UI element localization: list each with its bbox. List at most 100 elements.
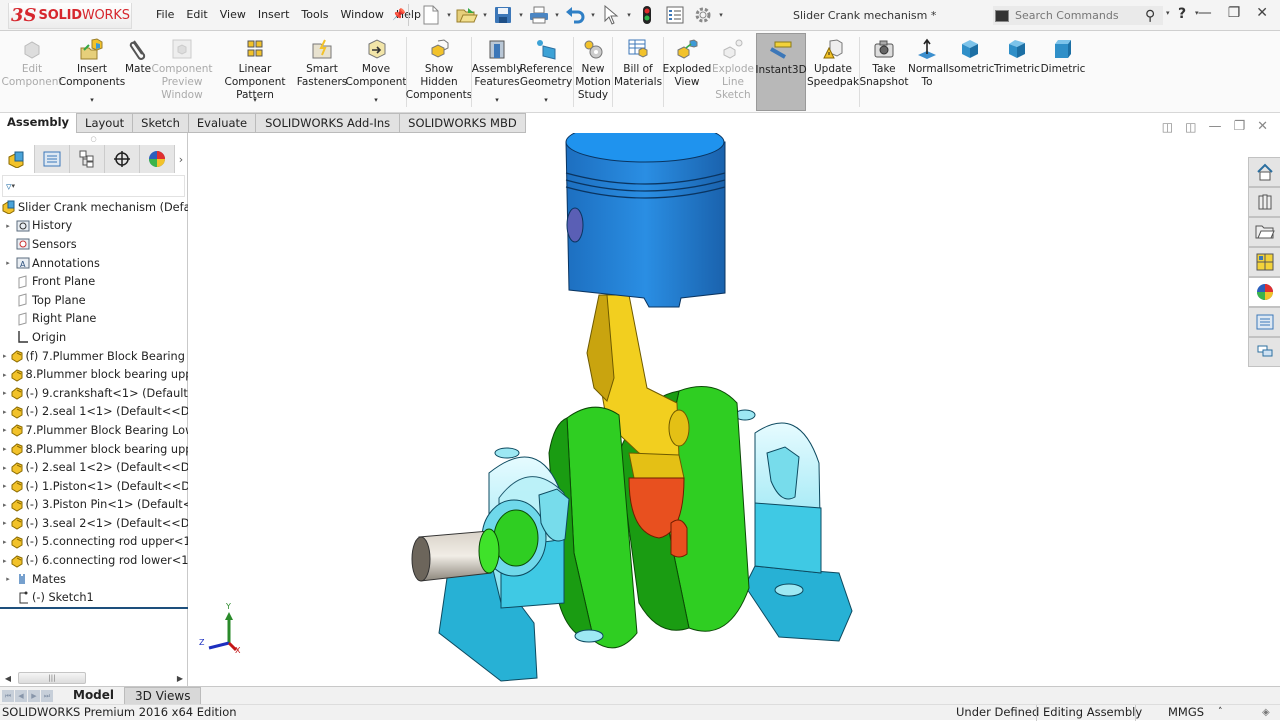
plummer-block-right[interactable]	[734, 409, 853, 642]
tab-solidworks-mbd[interactable]: SOLIDWORKS MBD	[400, 113, 526, 133]
tree-rollback-bar[interactable]	[0, 607, 188, 609]
tab-assembly[interactable]: Assembly	[0, 113, 77, 133]
expand-arrow-icon[interactable]: ▸	[3, 538, 7, 546]
chevron-right-icon[interactable]: ›	[175, 145, 187, 173]
normal-to-button[interactable]: Normal To	[907, 33, 947, 111]
insert-components-button[interactable]: Insert Components ▾	[59, 33, 125, 111]
tab-layout[interactable]: Layout	[76, 113, 134, 133]
tab-solidworks-add-ins[interactable]: SOLIDWORKS Add-Ins	[256, 113, 401, 133]
tree-item[interactable]: ▸ (-) 5.connecting rod upper<1>	[0, 533, 188, 552]
tree-item[interactable]: ▸ (-) 6.connecting rod lower<1>	[0, 551, 188, 570]
save-icon[interactable]	[492, 4, 514, 26]
component-preview-window-button[interactable]: Component Preview Window	[152, 33, 212, 111]
chevron-down-icon[interactable]: ▾	[480, 11, 490, 19]
tab-3d-views[interactable]: 3D Views	[124, 686, 202, 705]
collapse-left-panel-icon[interactable]: ◫	[1162, 120, 1173, 134]
tree-item[interactable]: Right Plane	[0, 310, 188, 329]
smart-fasteners-button[interactable]: Smart Fasteners	[297, 33, 347, 111]
take-snapshot-button[interactable]: Take Snapshot	[859, 33, 909, 111]
chevron-down-icon[interactable]: ▾	[374, 94, 378, 107]
expand-arrow-icon[interactable]: ▸	[3, 259, 13, 267]
minimize-icon[interactable]: —	[1198, 5, 1212, 21]
graphics-area[interactable]: ◫ ◫ — ❐ ✕ Y Z X	[189, 119, 1280, 686]
instant3d-button[interactable]: Instant3D	[755, 33, 807, 111]
explode-line-sketch-button[interactable]: Explode Line Sketch	[711, 33, 755, 111]
tree-item[interactable]: ▸ (-) 3.Piston Pin<1> (Default<<	[0, 496, 188, 515]
filter-button[interactable]: ▿ ▾	[2, 175, 185, 197]
undo-icon[interactable]	[564, 4, 586, 26]
tab-display-manager[interactable]	[140, 145, 175, 173]
assembly-features-button[interactable]: Assembly Features ▾	[472, 33, 522, 111]
bill-of-materials-button[interactable]: Bill of Materials	[614, 33, 662, 111]
expand-arrow-icon[interactable]: ▸	[3, 464, 7, 472]
menu-insert[interactable]: Insert	[252, 8, 296, 21]
minimize-icon[interactable]: —	[1208, 119, 1221, 134]
first-tab-icon[interactable]: ⏮	[2, 689, 14, 702]
tree-item[interactable]: ▸ History	[0, 217, 188, 236]
chevron-down-icon[interactable]: ▾	[588, 11, 598, 19]
expand-arrow-icon[interactable]: ▸	[3, 557, 7, 565]
collapse-right-panel-icon[interactable]: ◫	[1185, 120, 1196, 134]
chevron-down-icon[interactable]: ▾	[444, 11, 454, 19]
tree-item[interactable]: ▸ (-) 2.seal 1<1> (Default<<Defa	[0, 403, 188, 422]
chevron-down-icon[interactable]: ▾	[516, 11, 526, 19]
tree-item[interactable]: ▸ (-) 9.crankshaft<1> (Default<<	[0, 384, 188, 403]
tree-item[interactable]: ▸ (-) 2.seal 1<2> (Default<<Defa	[0, 458, 188, 477]
tree-item[interactable]: ▸ 8.Plummer block bearing uppe	[0, 440, 188, 459]
expand-arrow-icon[interactable]: ▸	[3, 408, 7, 416]
tab-configuration-manager[interactable]	[70, 145, 105, 173]
tab-solidworks-resources[interactable]	[1248, 157, 1280, 187]
scroll-right-icon[interactable]: ▶	[174, 674, 186, 683]
tree-item[interactable]: ▸ Mates	[0, 570, 188, 589]
expand-arrow-icon[interactable]: ▸	[3, 482, 7, 490]
tree-item[interactable]: Front Plane	[0, 272, 188, 291]
piston[interactable]	[565, 133, 726, 308]
tree-item[interactable]: ▸ 8.Plummer block bearing uppe	[0, 365, 188, 384]
expand-arrow-icon[interactable]: ▸	[3, 575, 13, 583]
tab-property-manager[interactable]	[35, 145, 70, 173]
model-view[interactable]: Y Z X	[189, 133, 1280, 686]
chevron-down-icon[interactable]: ▾	[716, 11, 726, 19]
close-icon[interactable]: ✕	[1256, 5, 1268, 21]
update-speedpak-button[interactable]: Update Speedpak	[807, 33, 859, 111]
panel-resize-grip[interactable]: ○	[0, 133, 187, 145]
chevron-down-icon[interactable]: ▾	[624, 11, 634, 19]
isometric-view-button[interactable]: Isometric	[946, 33, 994, 111]
tab-appearances[interactable]	[1248, 277, 1280, 307]
scrollbar-thumb[interactable]: |||	[18, 672, 86, 684]
reference-geometry-button[interactable]: Reference Geometry ▾	[520, 33, 572, 111]
chevron-down-icon[interactable]: ▾	[495, 94, 499, 107]
trimetric-view-button[interactable]: Trimetric	[994, 33, 1040, 111]
menu-file[interactable]: File	[150, 8, 180, 21]
expand-arrow-icon[interactable]: ▸	[3, 222, 13, 230]
tree-item[interactable]: ▸ (f) 7.Plummer Block Bearing Lo	[0, 347, 188, 366]
tab-file-explorer[interactable]	[1248, 217, 1280, 247]
tab-view-palette[interactable]	[1248, 247, 1280, 277]
units-selector[interactable]: MMGS	[1162, 705, 1204, 721]
tab-custom-properties[interactable]	[1248, 307, 1280, 337]
tab-dimxpert-manager[interactable]	[105, 145, 140, 173]
close-icon[interactable]: ✕	[1257, 119, 1268, 134]
chevron-down-icon[interactable]: ▾	[544, 94, 548, 107]
open-folder-icon[interactable]	[456, 4, 478, 26]
expand-arrow-icon[interactable]: ▸	[3, 389, 7, 397]
last-tab-icon[interactable]: ⏭	[41, 689, 53, 702]
tab-sketch[interactable]: Sketch	[133, 113, 189, 133]
expand-arrow-icon[interactable]: ▸	[3, 519, 7, 527]
chevron-down-icon[interactable]: ▾	[253, 94, 257, 107]
tree-item[interactable]: Origin	[0, 328, 188, 347]
chevron-down-icon[interactable]: ▾	[1166, 9, 1170, 17]
chevron-down-icon[interactable]: ▾	[552, 11, 562, 19]
show-hidden-components-button[interactable]: Show Hidden Components	[406, 33, 472, 111]
crankshaft-end[interactable]	[411, 528, 500, 582]
tab-solidworks-forum[interactable]	[1248, 337, 1280, 367]
menu-view[interactable]: View	[214, 8, 252, 21]
tab-model[interactable]: Model	[63, 687, 124, 705]
restore-icon[interactable]: ❐	[1233, 119, 1245, 134]
menu-window[interactable]: Window	[335, 8, 390, 21]
horizontal-scrollbar[interactable]: ◀ ||| ▶	[2, 671, 186, 685]
edit-component-button[interactable]: Edit Component	[2, 33, 62, 111]
exploded-view-button[interactable]: Exploded View	[663, 33, 711, 111]
tree-item[interactable]: ▸ 7.Plummer Block Bearing Lowe	[0, 421, 188, 440]
new-document-icon[interactable]	[420, 4, 442, 26]
